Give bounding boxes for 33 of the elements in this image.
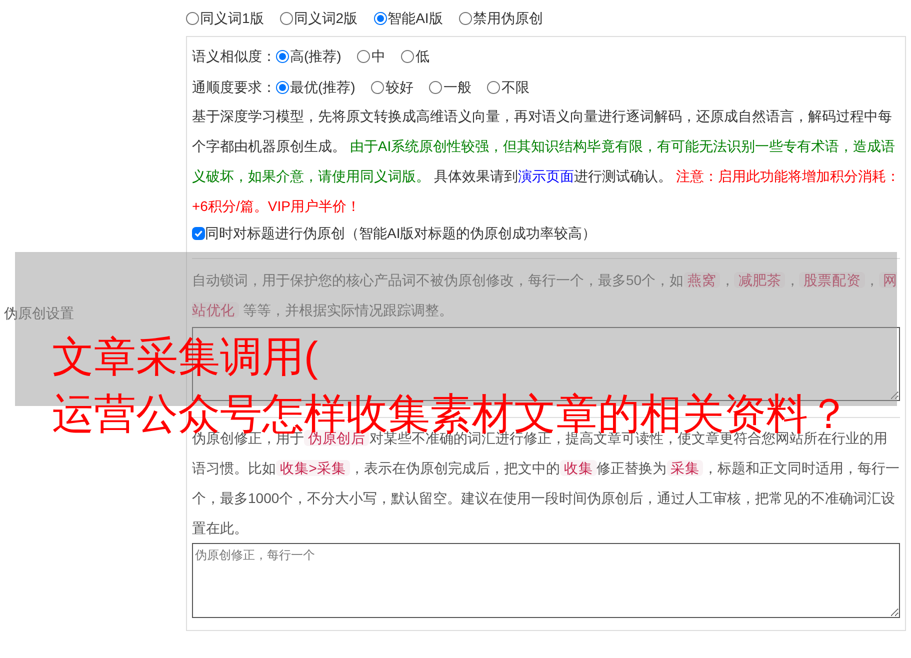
- radio-option[interactable]: 同义词1版: [186, 8, 264, 28]
- demo-link[interactable]: 演示页面: [518, 168, 574, 184]
- radio-button[interactable]: [276, 50, 289, 62]
- radio-button[interactable]: [186, 12, 199, 24]
- radio-option[interactable]: 最优(推荐): [276, 76, 356, 98]
- radio-option[interactable]: 一般: [429, 76, 472, 98]
- radio-button[interactable]: [371, 80, 384, 94]
- radio-button[interactable]: [280, 12, 293, 24]
- overlay-title: 文章采集调用(: [52, 335, 318, 379]
- radio-button[interactable]: [276, 80, 289, 94]
- radio-option[interactable]: 智能AI版: [374, 8, 443, 28]
- section-label: 伪原创设置: [4, 304, 74, 323]
- radio-option[interactable]: 高(推荐): [276, 46, 342, 66]
- radio-button[interactable]: [357, 50, 370, 62]
- radio-option[interactable]: 较好: [371, 76, 414, 98]
- similarity-label: 语义相似度：: [192, 46, 276, 66]
- radio-button[interactable]: [429, 80, 442, 94]
- fluency-label: 通顺度要求：: [192, 78, 276, 96]
- ai-description: 基于深度学习模型，先将原文转换成高维语义向量，再对语义向量进行逐词解码，还原成自然语言，解码过程中每个字都由机器原创生成。 由于AI系统原创性较强，但其知识结构毕竟有限，有可能无法识别一些专有术语，造成语义破坏，如果介意，请使用同义词版。 具体效果请到演示页面进行测试确认。 注意：启用此功能将增加积分消耗：+6积分/篇。VIP用户半价！: [192, 107, 900, 216]
- lock-description: 自动锁词，用于保护您的核心产品词不被伪原创修改，每行一个，最多50个，如 燕窝 ， 减肥茶 ， 股票配资 ， 网站优化 等等，并根据实际情况跟踪调整。: [192, 271, 898, 320]
- radio-option[interactable]: 中: [357, 46, 386, 66]
- radio-button[interactable]: [374, 12, 387, 24]
- radio-option[interactable]: 低: [401, 46, 430, 66]
- correction-field[interactable]: 伪原创修正，每行一个: [192, 543, 900, 618]
- checkbox[interactable]: [192, 226, 205, 240]
- radio-option[interactable]: 禁用伪原创: [458, 8, 543, 28]
- title-option[interactable]: 同时对标题进行伪原创（智能AI版对标题的伪原创成功率较高）: [192, 221, 900, 245]
- check-icon: [194, 228, 203, 238]
- radio-option[interactable]: 不限: [487, 76, 530, 98]
- radio-button[interactable]: [458, 12, 472, 24]
- radio-button[interactable]: [401, 50, 414, 62]
- radio-button[interactable]: [487, 80, 500, 94]
- radio-option[interactable]: 同义词2版: [280, 8, 358, 28]
